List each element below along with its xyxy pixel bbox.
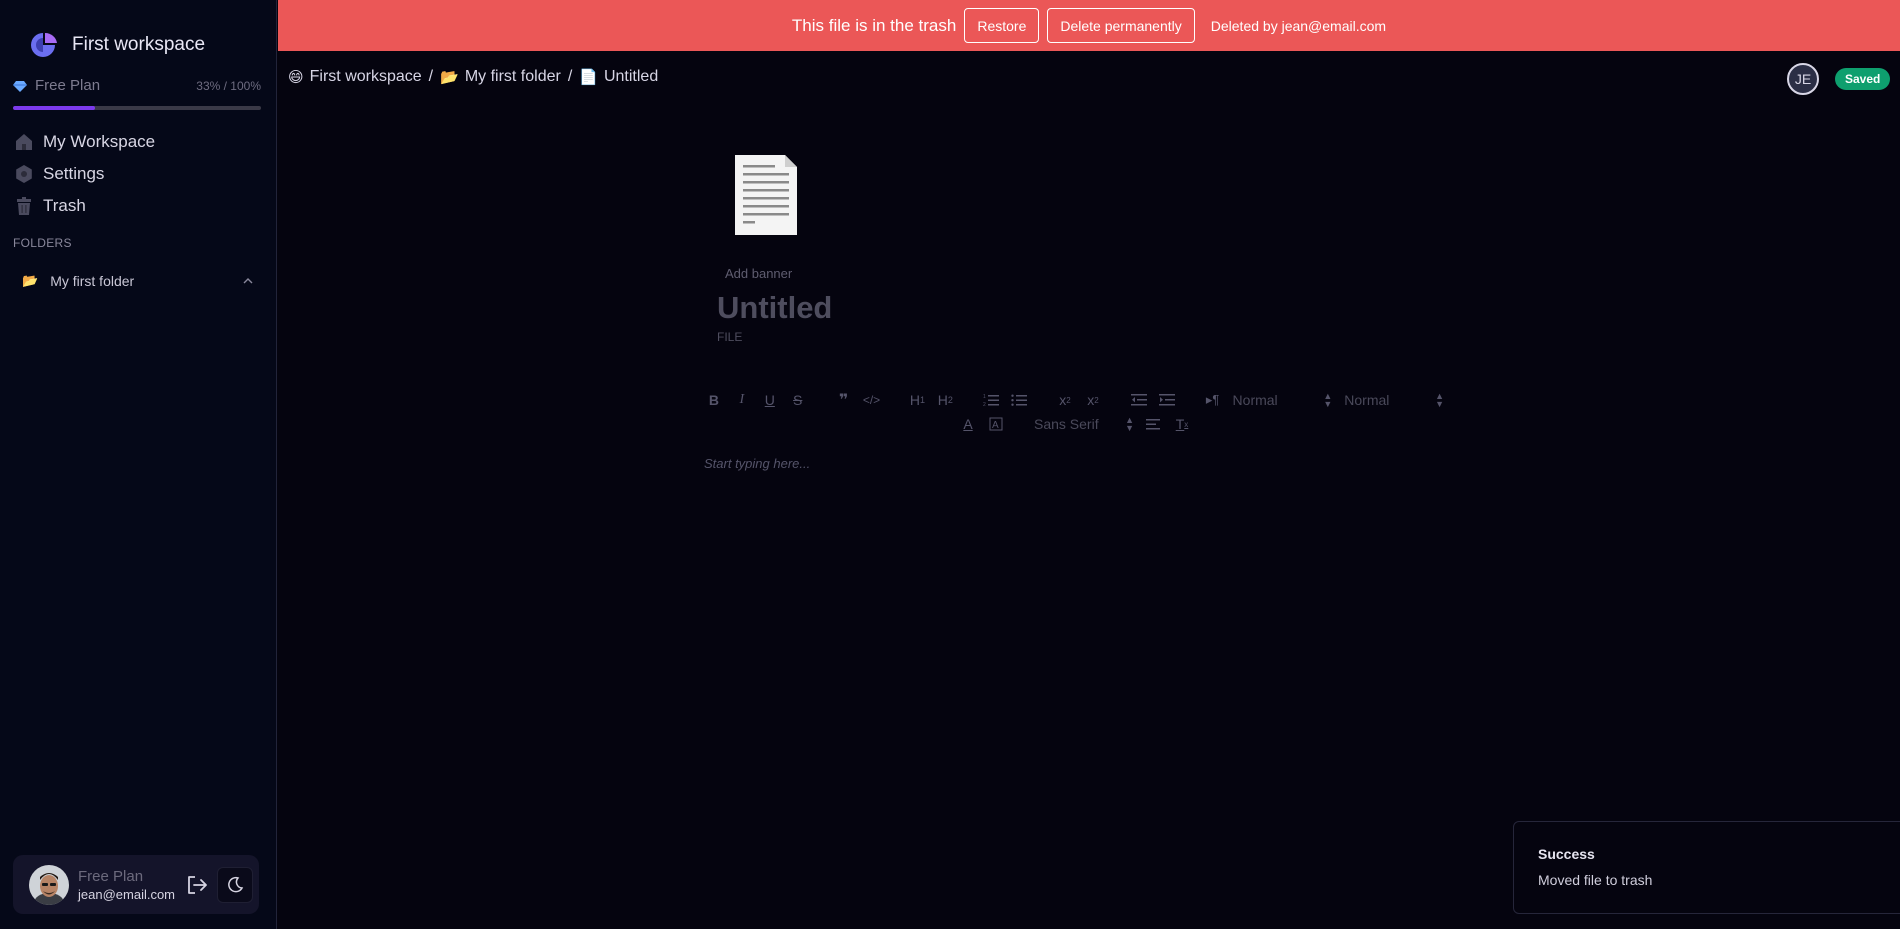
sidebar-item-label: My Workspace [43,132,156,151]
subscript-icon[interactable]: x2 [1051,390,1079,410]
plan-row: Free Plan 33% / 100% [13,77,261,94]
sidebar-item-settings[interactable]: Settings [13,158,155,190]
breadcrumb-folder[interactable]: My first folder [465,68,561,86]
select-arrows-icon: ▲ ▼ [1125,415,1134,433]
toast-message: Moved file to trash [1538,872,1653,888]
size-select-value: Normal [1344,392,1390,408]
open-folder-icon: 📂 [22,273,39,288]
document-type-label: FILE [717,330,743,344]
background-color-icon[interactable]: A [982,414,1010,434]
logout-icon[interactable] [185,873,209,897]
svg-text:A: A [992,420,999,431]
breadcrumb-workspace[interactable]: First workspace [310,68,422,86]
chevron-up-icon[interactable] [242,275,254,287]
breadcrumb-separator: / [567,68,573,85]
workspace-header[interactable]: First workspace [28,30,205,60]
header-select[interactable]: Normal ▲ ▼ [1232,391,1333,409]
trash-icon [13,195,35,217]
diamond-icon [13,80,27,92]
toast-title: Success [1538,846,1595,862]
bullet-list-icon[interactable] [1005,390,1033,410]
code-block-icon[interactable]: </> [858,390,886,410]
user-card: Free Plan jean@email.com [13,855,259,914]
toolbar-row-1: B I U S ❞ </> H1 H2 12 x2 x2 ▸¶ Normal ▲… [700,390,1450,410]
plan-usage: 33% / 100% [196,78,261,93]
workspace-name: First workspace [72,34,206,55]
folder-item[interactable]: 📂 My first folder [22,270,254,292]
settings-icon [13,163,35,185]
outdent-icon[interactable] [1125,390,1153,410]
text-color-icon[interactable]: A [954,414,982,434]
editor-placeholder[interactable]: Start typing here... [704,456,810,471]
breadcrumb-file[interactable]: Untitled [604,68,658,86]
select-arrows-icon: ▲ ▼ [1435,391,1444,409]
user-email: jean@email.com [78,886,176,902]
text-direction-icon[interactable]: ▸¶ [1199,390,1227,410]
folders-section-title: FOLDERS [13,236,72,250]
align-icon[interactable] [1140,414,1168,434]
delete-permanently-button[interactable]: Delete permanently [1047,8,1195,43]
trash-banner-text: This file is in the trash [791,15,957,35]
folder-label: My first folder [50,273,135,289]
header-select-value: Normal [1232,392,1278,408]
moon-icon [228,876,244,892]
font-select[interactable]: Sans Serif ▲ ▼ [1034,415,1134,433]
strikethrough-icon[interactable]: S [784,390,812,410]
trash-banner: This file is in the trash Restore Delete… [278,0,1900,51]
sidebar-item-label: Trash [43,196,86,215]
breadcrumb-separator: / [428,68,434,85]
theme-toggle-button[interactable] [217,866,254,903]
sidebar: First workspace Free Plan 33% / 100% My … [0,0,277,929]
editor-toolbar: B I U S ❞ </> H1 H2 12 x2 x2 ▸¶ Normal ▲… [700,390,1450,434]
blockquote-icon[interactable]: ❞ [830,390,858,410]
clear-formatting-icon[interactable]: Tx [1168,414,1196,434]
collaborator-avatar[interactable]: JE [1787,63,1819,95]
document-title[interactable]: Untitled [717,290,832,326]
italic-icon[interactable]: I [728,390,756,410]
user-plan: Free Plan [78,867,144,885]
plan-progress-fill [13,106,95,110]
svg-text:1: 1 [983,394,986,400]
plan-progress-bar [13,106,261,110]
ordered-list-icon[interactable]: 12 [977,390,1005,410]
deleted-by-text: Deleted by jean@email.com [1210,17,1387,34]
success-toast: Success Moved file to trash [1513,821,1900,914]
sidebar-item-trash[interactable]: Trash [13,190,155,222]
heading-1-icon[interactable]: H1 [903,390,931,410]
underline-icon[interactable]: U [756,390,784,410]
toolbar-row-2: A A Sans Serif ▲ ▼ Tx [700,414,1450,434]
select-arrows-icon: ▲ ▼ [1323,391,1333,409]
home-icon [13,131,35,153]
document-emoji-icon[interactable] [733,153,799,237]
superscript-icon[interactable]: x2 [1079,390,1107,410]
font-select-value: Sans Serif [1034,416,1099,432]
plan-label: Free Plan [35,77,101,94]
workspace-emoji-icon: 😄 [288,69,304,86]
indent-icon[interactable] [1153,390,1181,410]
saved-status-badge: Saved [1835,68,1891,90]
file-emoji-icon: 📄 [579,69,598,86]
restore-button[interactable]: Restore [964,8,1040,43]
size-select[interactable]: Normal ▲ ▼ [1344,391,1444,409]
folder-emoji-icon: 📂 [440,69,459,86]
user-info: Free Plan jean@email.com [78,868,175,902]
sidebar-item-my-workspace[interactable]: My Workspace [13,126,155,158]
avatar[interactable] [29,864,69,905]
workspace-logo-icon [31,32,57,57]
add-banner-button[interactable]: Add banner [725,266,792,281]
sidebar-item-label: Settings [43,164,105,183]
svg-text:2: 2 [983,402,986,407]
sidebar-nav: My Workspace Settings Trash [13,126,155,222]
breadcrumb: 😄 First workspace / 📂 My first folder / … [288,68,658,86]
heading-2-icon[interactable]: H2 [931,390,959,410]
bold-icon[interactable]: B [700,390,728,410]
